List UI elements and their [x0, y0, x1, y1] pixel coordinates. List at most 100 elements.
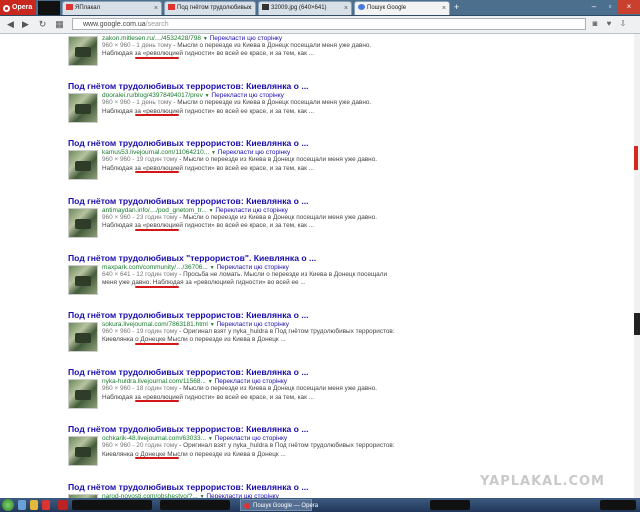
- browser-toolbar: ◀ ▶ ↻ ▦ www.google.com.ua/search ◙ ♥ ⇩: [0, 16, 640, 34]
- yap-favicon-icon: [168, 4, 175, 10]
- search-result: Под гнётом трудолюбивых террористов: Кие…: [68, 138, 398, 181]
- result-thumbnail[interactable]: [68, 379, 98, 410]
- result-url-text[interactable]: zakon.mitlesen.ru/…/4532428/798: [102, 35, 201, 42]
- opera-menu-button[interactable]: Opera: [0, 0, 36, 15]
- redacted-tab[interactable]: [38, 1, 60, 15]
- result-url-text[interactable]: sokura.livejournal.com/7863181.html: [102, 321, 208, 328]
- side-panel-handle[interactable]: [634, 313, 640, 335]
- result-url-text[interactable]: kamus53.livejournal.com/11064210...: [102, 149, 209, 156]
- result-body: kamus53.livejournal.com/11064210... ▼ Пе…: [102, 149, 398, 173]
- red-underline-annotation: [135, 285, 179, 288]
- result-url[interactable]: sokura.livejournal.com/7863181.html ▼ Пе…: [102, 321, 398, 328]
- close-tab-icon[interactable]: ×: [248, 2, 252, 15]
- search-result: Под гнётом трудолюбивых террористов: Кие…: [68, 196, 398, 238]
- redacted-taskbar-item[interactable]: [160, 500, 230, 510]
- translate-page-link[interactable]: Перекласти цю сторінку: [211, 92, 284, 99]
- search-result: Под гнётом трудолюбивых "террористов". К…: [68, 253, 398, 295]
- active-taskbar-window[interactable]: Пошук Google — Opera: [240, 499, 318, 511]
- result-url[interactable]: dooralei.ru/blog/43978494017/prev ▼ Пере…: [102, 92, 398, 99]
- red-underline-annotation: [135, 228, 179, 231]
- result-url[interactable]: kamus53.livejournal.com/11064210... ▼ Пе…: [102, 149, 398, 156]
- result-body: ochkarik-48.livejournal.com/63033... ▼ П…: [102, 435, 398, 459]
- close-window-icon[interactable]: ×: [618, 0, 640, 14]
- result-thumbnail[interactable]: [68, 436, 98, 467]
- result-thumbnail[interactable]: [68, 207, 98, 238]
- result-thumbnail[interactable]: [68, 264, 98, 295]
- tab-label: Под гнётом трудолюбивых: [177, 5, 252, 11]
- tab-yaplakal[interactable]: ЯПлакал ×: [62, 1, 162, 15]
- vertical-scrollbar[interactable]: [634, 34, 640, 498]
- maximize-icon[interactable]: ▫: [602, 0, 618, 14]
- image-favicon-icon: [262, 4, 269, 10]
- new-tab-icon[interactable]: +: [454, 3, 463, 12]
- result-meta: 640 × 641 - 12 годин тому: [102, 270, 178, 278]
- translate-page-link[interactable]: Перекласти цю сторінку: [216, 321, 289, 328]
- speed-dial-icon[interactable]: ▦: [53, 18, 66, 31]
- redacted-clock[interactable]: [600, 500, 636, 510]
- opera-favicon-icon: [244, 503, 250, 509]
- scroll-marker: [634, 146, 638, 170]
- redacted-tray-item[interactable]: [430, 500, 470, 510]
- result-url-text[interactable]: nyka-huldra.livejournal.com/11568...: [102, 378, 206, 385]
- opera-taskbar-icon[interactable]: [42, 500, 50, 510]
- result-url[interactable]: maxpark.com/community/…/36706... ▼ Перек…: [102, 264, 398, 271]
- result-url-text[interactable]: dooralei.ru/blog/43978494017/prev: [102, 92, 203, 99]
- translate-page-link[interactable]: Перекласти цю сторінку: [216, 264, 289, 271]
- translate-page-link[interactable]: Перекласти цю сторінку: [215, 378, 288, 385]
- folder-icon[interactable]: [30, 500, 38, 510]
- result-title-link[interactable]: Под гнётом трудолюбивых "террористов". К…: [68, 253, 398, 263]
- result-url[interactable]: nyka-huldra.livejournal.com/11568... ▼ П…: [102, 378, 398, 385]
- tab-image[interactable]: 32009.jpg (640×641) ×: [258, 1, 352, 15]
- result-title-link[interactable]: Под гнётом трудолюбивых террористов: Кие…: [68, 482, 398, 492]
- result-meta: 960 × 960 - 19 годин тому: [102, 328, 178, 335]
- search-result: Под гнётом трудолюбивых террористов: Кие…: [68, 367, 398, 410]
- back-icon[interactable]: ◀: [4, 18, 17, 31]
- address-bar[interactable]: www.google.com.ua/search: [72, 18, 586, 30]
- show-desktop-icon[interactable]: [18, 500, 26, 510]
- translate-page-link[interactable]: Перекласти цю сторінку: [210, 35, 283, 42]
- result-meta: 960 × 960 - 19 годин тому: [102, 156, 178, 164]
- app-taskbar-icon[interactable]: [58, 500, 68, 510]
- result-url-text[interactable]: maxpark.com/community/…/36706...: [102, 264, 208, 271]
- result-title-link[interactable]: Под гнётом трудолюбивых террористов: Кие…: [68, 310, 398, 320]
- bookmark-heart-icon[interactable]: ♥: [604, 19, 614, 29]
- translate-page-link[interactable]: Перекласти цю сторінку: [215, 207, 288, 214]
- result-thumbnail[interactable]: [68, 36, 98, 66]
- result-title-link[interactable]: Под гнётом трудолюбивых террористов: Кие…: [68, 81, 398, 91]
- reload-icon[interactable]: ↻: [36, 18, 49, 31]
- url-path: /search: [145, 21, 169, 28]
- minimize-icon[interactable]: –: [586, 0, 602, 14]
- tab-pod-gnetom[interactable]: Под гнётом трудолюбивых ×: [164, 1, 256, 15]
- result-meta: 960 × 960 - 23 годин тому: [102, 213, 178, 221]
- result-title-link[interactable]: Под гнётом трудолюбивых террористов: Кие…: [68, 196, 398, 206]
- result-title-link[interactable]: Под гнётом трудолюбивых террористов: Кие…: [68, 138, 398, 148]
- start-button[interactable]: [2, 499, 14, 511]
- result-thumbnail[interactable]: [68, 93, 98, 124]
- result-title-link[interactable]: Под гнётом трудолюбивых террористов: Кие…: [68, 424, 398, 434]
- red-underline-annotation: [135, 343, 179, 345]
- result-thumbnail[interactable]: [68, 150, 98, 181]
- download-icon[interactable]: ⇩: [618, 19, 628, 29]
- result-snippet: 960 × 960 - 23 годин тому - Мысли о пере…: [102, 214, 398, 231]
- red-underline-annotation: [135, 400, 179, 403]
- search-result: Под гнётом трудолюбивых террористов: Кие…: [68, 424, 398, 467]
- search-result: Под гнётом трудолюбивых террористов: Кие…: [68, 81, 398, 124]
- close-tab-icon[interactable]: ×: [154, 2, 158, 15]
- red-underline-annotation: [135, 114, 179, 117]
- opera-logo-icon: [3, 5, 10, 12]
- close-tab-icon[interactable]: ×: [442, 2, 446, 15]
- redacted-taskbar-item[interactable]: [72, 500, 152, 510]
- close-tab-icon[interactable]: ×: [344, 2, 348, 15]
- result-title-link[interactable]: Под гнётом трудолюбивых террористов: Кие…: [68, 367, 398, 377]
- result-url[interactable]: zakon.mitlesen.ru/…/4532428/798 ▼ Перекл…: [102, 35, 398, 42]
- result-url[interactable]: antimaydan.info/…/pod_gnetom_tr... ▼ Пер…: [102, 207, 398, 214]
- result-thumbnail[interactable]: [68, 322, 98, 352]
- result-meta: 960 × 960 - 1 день тому: [102, 99, 172, 107]
- tab-google-search[interactable]: Пошук Google ×: [354, 1, 450, 15]
- result-body: maxpark.com/community/…/36706... ▼ Перек…: [102, 264, 398, 288]
- result-url-text[interactable]: antimaydan.info/…/pod_gnetom_tr...: [102, 207, 207, 214]
- translate-page-link[interactable]: Перекласти цю сторінку: [218, 149, 291, 156]
- taskbar-window-title: Пошук Google — Opera: [253, 503, 319, 509]
- forward-icon[interactable]: ▶: [19, 18, 32, 31]
- camera-icon[interactable]: ◙: [590, 19, 600, 29]
